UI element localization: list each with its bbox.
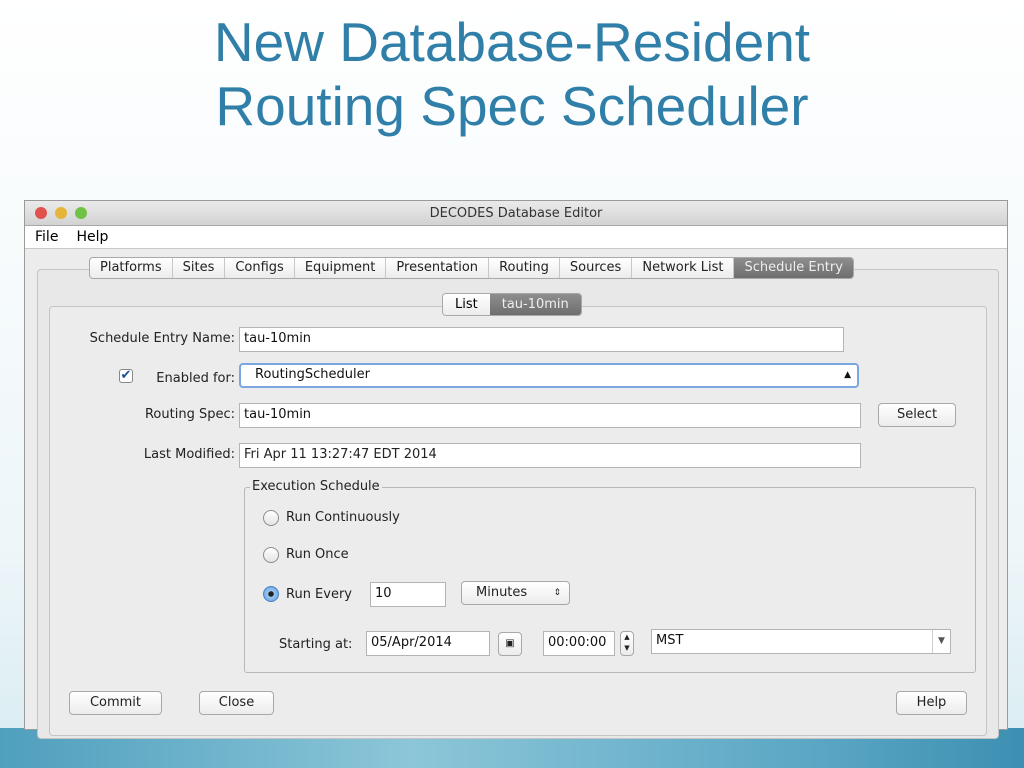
minimize-window-icon[interactable] xyxy=(55,207,67,219)
interval-unit-select[interactable]: Minutes ⇕ xyxy=(461,581,570,605)
tab-schedule-entry[interactable]: Schedule Entry xyxy=(734,258,853,278)
tab-routing[interactable]: Routing xyxy=(489,258,560,278)
tab-network-list[interactable]: Network List xyxy=(632,258,735,278)
timezone-combo[interactable]: MST ▼ xyxy=(651,629,951,654)
time-spinner[interactable]: ▲ ▼ xyxy=(620,631,634,656)
subtab-entry[interactable]: tau-10min xyxy=(489,294,581,315)
tab-configs[interactable]: Configs xyxy=(225,258,295,278)
menu-bar: File Help xyxy=(25,226,1007,249)
subtab-list[interactable]: List xyxy=(443,294,490,315)
title-line-1: New Database-Resident xyxy=(213,11,811,73)
run-once-radio[interactable] xyxy=(263,547,279,563)
slide-title: New Database-Resident Routing Spec Sched… xyxy=(0,10,1024,138)
tab-equipment[interactable]: Equipment xyxy=(295,258,387,278)
close-window-icon[interactable] xyxy=(35,207,47,219)
sub-tabs: List tau-10min xyxy=(442,293,582,316)
interval-unit-value: Minutes xyxy=(476,585,528,600)
execution-schedule-label: Execution Schedule xyxy=(250,479,382,494)
enabled-for-select[interactable]: RoutingScheduler ▲ xyxy=(239,363,859,388)
commit-button[interactable]: Commit xyxy=(69,691,162,715)
start-date-input[interactable]: 05/Apr/2014 xyxy=(366,631,490,656)
updown-icon: ⇕ xyxy=(553,588,561,598)
select-button[interactable]: Select xyxy=(878,403,956,427)
last-modified-field: Fri Apr 11 13:27:47 EDT 2014 xyxy=(239,443,861,468)
tab-sites[interactable]: Sites xyxy=(173,258,226,278)
name-label: Schedule Entry Name: xyxy=(89,331,235,346)
start-time-input[interactable]: 00:00:00 xyxy=(543,631,615,656)
last-modified-label: Last Modified: xyxy=(143,447,235,462)
window-title: DECODES Database Editor xyxy=(429,206,603,221)
starting-at-label: Starting at: xyxy=(279,637,353,652)
run-every-radio[interactable] xyxy=(263,586,279,602)
help-button[interactable]: Help xyxy=(896,691,967,715)
zoom-window-icon[interactable] xyxy=(75,207,87,219)
routing-spec-input[interactable]: tau-10min xyxy=(239,403,861,428)
title-bar: DECODES Database Editor xyxy=(25,201,1007,226)
run-continuously-radio[interactable] xyxy=(263,510,279,526)
interval-input[interactable]: 10 xyxy=(370,582,446,607)
tab-platforms[interactable]: Platforms xyxy=(90,258,173,278)
menu-help[interactable]: Help xyxy=(76,229,108,245)
timezone-value: MST xyxy=(656,633,684,648)
enabled-label: Enabled for: xyxy=(156,371,235,386)
title-line-2: Routing Spec Scheduler xyxy=(215,75,809,137)
enabled-for-value: RoutingScheduler xyxy=(255,367,370,382)
dropdown-arrow-icon[interactable]: ▼ xyxy=(932,630,950,653)
menu-file[interactable]: File xyxy=(35,229,58,245)
run-every-label: Run Every xyxy=(286,587,353,602)
close-button[interactable]: Close xyxy=(199,691,274,715)
tab-sources[interactable]: Sources xyxy=(560,258,633,278)
calendar-icon[interactable]: ▣ xyxy=(498,632,522,656)
main-tabs: Platforms Sites Configs Equipment Presen… xyxy=(89,257,854,279)
routing-spec-label: Routing Spec: xyxy=(144,407,235,422)
run-once-label: Run Once xyxy=(286,547,349,562)
updown-icon: ▲ xyxy=(844,370,851,380)
run-continuously-label: Run Continuously xyxy=(286,510,400,525)
app-window: DECODES Database Editor File Help Platfor… xyxy=(24,200,1008,739)
tab-presentation[interactable]: Presentation xyxy=(386,258,490,278)
schedule-entry-name-input[interactable]: tau-10min xyxy=(239,327,844,352)
